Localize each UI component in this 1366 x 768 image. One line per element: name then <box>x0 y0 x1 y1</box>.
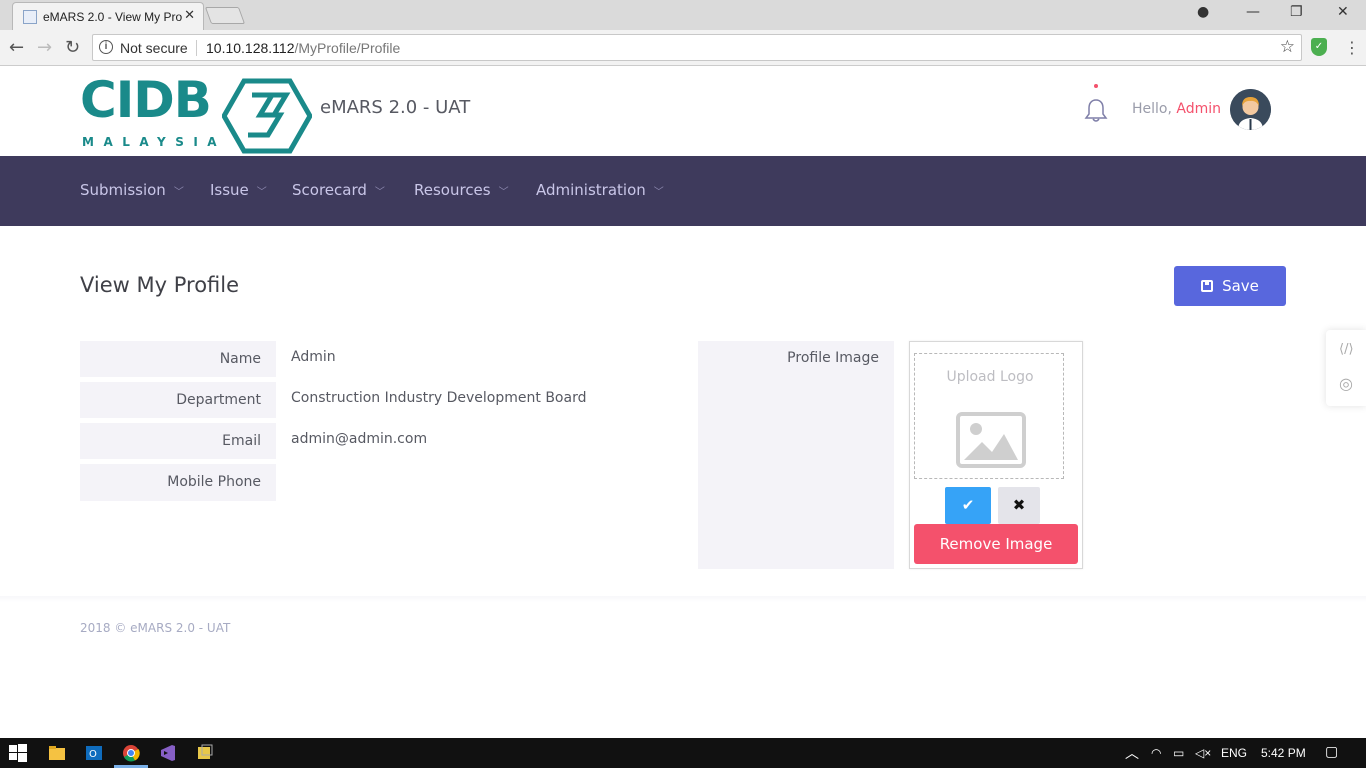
floppy-disk-icon <box>1201 280 1214 292</box>
clock[interactable]: 5:42 PM <box>1261 746 1306 760</box>
upload-logo-text: Upload Logo <box>946 369 1034 385</box>
logo-hexagon-icon <box>222 78 312 154</box>
lifebuoy-icon[interactable]: ◎ <box>1339 374 1353 393</box>
nav-label: Scorecard <box>292 181 367 199</box>
notifications-icon[interactable]: ▢ <box>1325 743 1338 760</box>
profile-icon[interactable]: ● <box>1197 4 1209 20</box>
divider <box>196 40 197 56</box>
close-tab-icon[interactable]: ✕ <box>184 8 195 23</box>
confirm-button[interactable]: ✔ <box>945 487 991 524</box>
bookmark-star-icon[interactable]: ☆ <box>1280 37 1295 57</box>
nav-label: Resources <box>414 181 491 199</box>
user-greeting[interactable]: Hello, Admin <box>1132 101 1221 117</box>
chevron-down-icon: ﹀ <box>653 187 664 198</box>
main-navbar: Submission ﹀ Issue ﹀ Scorecard ﹀ Resources ﹀… <box>0 156 1366 226</box>
department-label: Department <box>80 382 276 418</box>
chevron-down-icon: ﹀ <box>498 187 509 198</box>
name-value: Admin <box>291 349 336 365</box>
user-name: Admin <box>1176 101 1222 117</box>
save-label: Save <box>1222 277 1259 295</box>
url-host: 10.10.128.112 <box>206 40 295 56</box>
minimize-icon[interactable]: — <box>1246 4 1260 20</box>
tab-title: eMARS 2.0 - View My Pro <box>43 10 183 24</box>
check-icon: ✔ <box>961 496 975 514</box>
browser-tab-bar: eMARS 2.0 - View My Pro ✕ ● — ❐ ✕ <box>0 0 1366 30</box>
page-favicon-icon <box>23 10 37 24</box>
cancel-button[interactable]: ✖ <box>998 487 1040 524</box>
email-label: Email <box>80 423 276 459</box>
logo-subtext: MALAYSIA <box>82 135 227 149</box>
browser-tab[interactable]: eMARS 2.0 - View My Pro ✕ <box>12 2 204 30</box>
restore-icon[interactable]: ❐ <box>1290 4 1303 20</box>
logo-text: CIDB <box>80 71 212 129</box>
shield-extension-icon[interactable]: ✓ <box>1311 38 1327 56</box>
show-hidden-icons-icon[interactable]: ︿ <box>1125 743 1139 763</box>
nav-label: Issue <box>210 181 249 199</box>
footer-divider <box>0 596 1366 602</box>
upload-logo-area[interactable]: Upload Logo <box>914 353 1064 479</box>
chrome-icon[interactable] <box>121 743 141 763</box>
name-label: Name <box>80 341 276 377</box>
visual-studio-icon[interactable] <box>158 743 178 763</box>
profile-image-panel: Upload Logo ✔ ✖ Remove Image <box>909 341 1083 569</box>
department-value: Construction Industry Development Board <box>291 390 587 406</box>
url-path: /MyProfile/Profile <box>294 40 401 56</box>
close-icon: ✖ <box>1012 496 1026 514</box>
app-header: CIDB MALAYSIA eMARS 2.0 - UAT Hello, Adm… <box>0 67 1366 156</box>
side-toolbar: ⟨/⟩ ◎ <box>1326 330 1366 406</box>
bell-icon[interactable] <box>1084 97 1108 123</box>
code-icon[interactable]: ⟨/⟩ <box>1339 342 1354 357</box>
svg-text:O: O <box>89 749 97 760</box>
volume-muted-icon[interactable]: ◁× <box>1195 746 1211 760</box>
outlook-icon[interactable]: O <box>84 743 104 763</box>
battery-icon[interactable]: ▭ <box>1173 746 1184 760</box>
save-button[interactable]: Save <box>1174 266 1286 306</box>
footer-copyright: 2018 © eMARS 2.0 - UAT <box>80 621 231 635</box>
address-bar[interactable]: i Not secure 10.10.128.112/MyProfile/Pro… <box>92 34 1302 61</box>
browser-menu-icon[interactable]: ⋮ <box>1344 38 1360 57</box>
windows-taskbar: O ︿ ◠ ▭ ◁× ENG 5:42 PM ▢ <box>0 738 1366 768</box>
remove-image-button[interactable]: Remove Image <box>914 524 1078 564</box>
url-text[interactable]: 10.10.128.112/MyProfile/Profile <box>206 40 400 56</box>
reload-icon[interactable]: ↻ <box>65 37 80 58</box>
language-indicator[interactable]: ENG <box>1221 746 1247 760</box>
nav-issue[interactable]: Issue ﹀ <box>210 181 267 199</box>
forward-icon[interactable]: → <box>37 37 52 58</box>
notification-dot <box>1094 84 1098 88</box>
chevron-down-icon: ﹀ <box>256 187 267 198</box>
browser-toolbar: ← → ↻ i Not secure 10.10.128.112/MyProfi… <box>0 30 1366 66</box>
email-value: admin@admin.com <box>291 431 428 447</box>
cidb-logo[interactable]: CIDB MALAYSIA <box>80 71 312 154</box>
profile-image-label-text: Profile Image <box>787 350 879 366</box>
info-icon[interactable]: i <box>99 40 113 54</box>
app-name: eMARS 2.0 - UAT <box>320 97 471 118</box>
nav-administration[interactable]: Administration ﹀ <box>536 181 664 199</box>
nav-label: Administration <box>536 181 646 199</box>
close-window-icon[interactable]: ✕ <box>1337 4 1349 20</box>
wifi-icon[interactable]: ◠ <box>1151 746 1161 760</box>
chevron-down-icon: ﹀ <box>173 187 184 198</box>
chevron-down-icon: ﹀ <box>374 187 385 198</box>
new-tab-button[interactable] <box>204 7 246 24</box>
windows-start-icon[interactable] <box>8 743 28 763</box>
nav-label: Submission <box>80 181 166 199</box>
image-placeholder-icon <box>956 412 1026 468</box>
mobile-phone-label: Mobile Phone <box>80 464 276 501</box>
security-label[interactable]: Not secure <box>120 40 188 56</box>
page-title: View My Profile <box>80 273 240 297</box>
nav-scorecard[interactable]: Scorecard ﹀ <box>292 181 385 199</box>
profile-image-label: Profile Image <box>698 341 894 569</box>
user-avatar-icon <box>1230 89 1271 130</box>
file-explorer-icon[interactable] <box>47 743 67 763</box>
nav-submission[interactable]: Submission ﹀ <box>80 181 184 199</box>
sql-tool-icon[interactable] <box>195 743 215 763</box>
nav-resources[interactable]: Resources ﹀ <box>414 181 509 199</box>
back-icon[interactable]: ← <box>9 37 24 58</box>
avatar[interactable] <box>1230 89 1271 130</box>
greeting-text: Hello, <box>1132 101 1172 117</box>
